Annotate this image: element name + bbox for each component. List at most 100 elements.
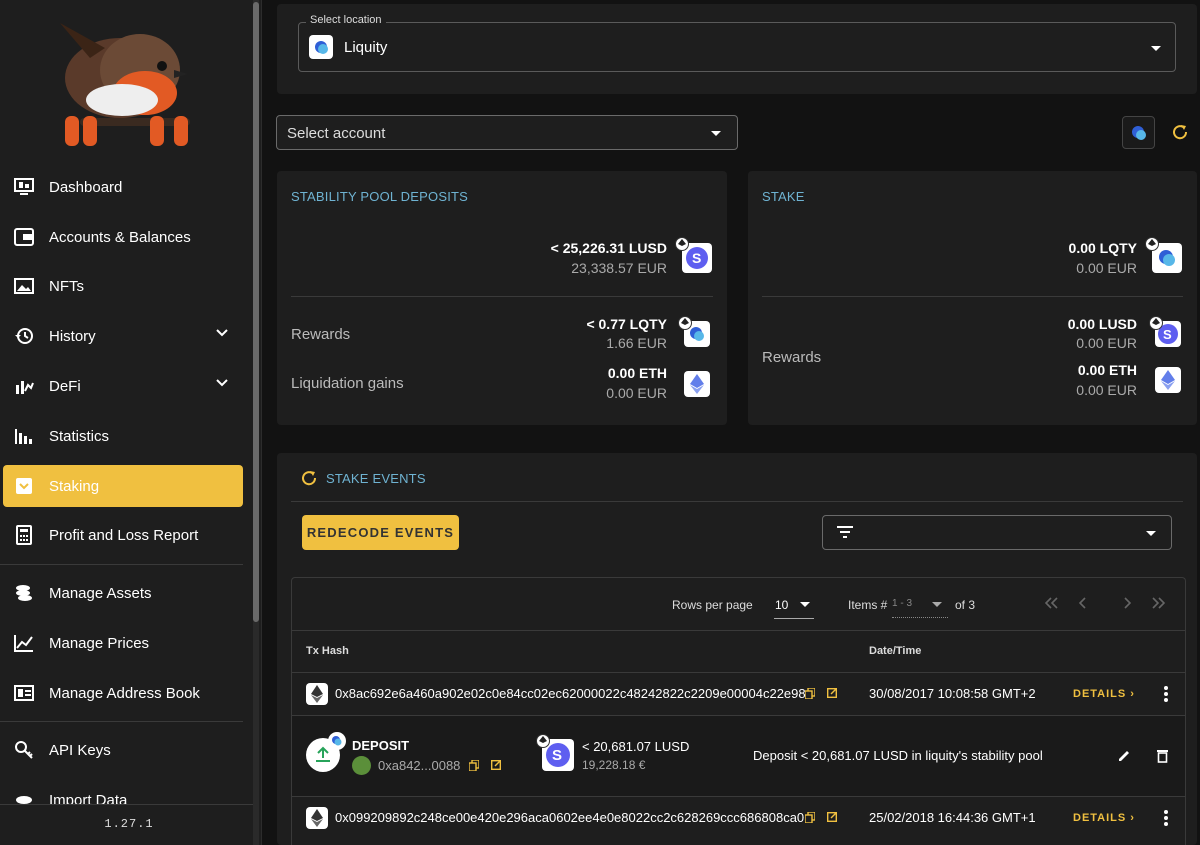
items-range-value: 1 - 3 <box>892 598 913 609</box>
reward-eth-amount: 0.00 ETH <box>1077 362 1137 378</box>
sidebar-item-staking[interactable]: Staking <box>3 465 243 507</box>
external-link-icon[interactable] <box>827 812 837 822</box>
sidebar-item-label: Manage Assets <box>49 584 152 602</box>
address-avatar <box>352 756 371 775</box>
rewards-label: Rewards <box>291 326 351 343</box>
history-icon <box>13 325 35 347</box>
redecode-events-button[interactable]: REDECODE EVENTS <box>302 515 459 550</box>
coins-icon <box>13 582 35 604</box>
ethereum-badge-icon <box>1149 316 1163 330</box>
liquity-icon <box>309 35 333 59</box>
sidebar-divider <box>0 721 243 722</box>
items-range-select[interactable]: 1 - 3 <box>892 592 948 618</box>
event-amount: < 20,681.07 LUSD <box>582 739 690 754</box>
sidebar-item-address-book[interactable]: Manage Address Book <box>3 672 243 714</box>
sidebar-item-label: DeFi <box>49 377 81 395</box>
sidebar-divider <box>0 564 243 565</box>
external-link-icon[interactable] <box>491 760 501 770</box>
sidebar-item-nfts[interactable]: NFTs <box>3 265 243 307</box>
copy-icon[interactable] <box>805 812 815 823</box>
ethereum-badge-icon <box>1145 237 1159 251</box>
deposit-amount: < 25,226.31 LUSD <box>550 240 667 256</box>
address-book-icon <box>13 682 35 704</box>
sidebar-item-pnl-report[interactable]: Profit and Loss Report <box>3 514 243 556</box>
refresh-icon[interactable] <box>1171 123 1189 141</box>
deposit-fiat: 23,338.57 EUR <box>571 260 667 276</box>
caret-down-icon <box>932 602 942 607</box>
account-select[interactable]: Select account <box>276 115 738 150</box>
sidebar-item-label: History <box>49 327 96 345</box>
event-description: Deposit < 20,681.07 LUSD in liquity's st… <box>753 748 1043 763</box>
details-button[interactable]: DETAILS › <box>1073 812 1135 824</box>
sidebar-item-label: Statistics <box>49 427 110 445</box>
rewards-label: Rewards <box>762 349 822 366</box>
delete-icon[interactable] <box>1157 749 1168 763</box>
scrollbar-thumb[interactable] <box>253 2 259 622</box>
sidebar-item-history[interactable]: History <box>3 315 243 357</box>
details-button[interactable]: DETAILS › <box>1073 688 1135 700</box>
svg-text:S: S <box>552 747 562 764</box>
liquity-location-button[interactable] <box>1122 116 1155 149</box>
edit-icon[interactable] <box>1117 749 1131 763</box>
location-legend: Select location <box>306 14 386 26</box>
more-vert-icon[interactable] <box>1164 810 1168 826</box>
sidebar-scrollbar[interactable] <box>253 0 259 845</box>
eth-icon <box>1155 367 1181 393</box>
external-link-icon[interactable] <box>827 688 837 698</box>
liquity-badge-icon <box>328 732 346 750</box>
card-title: STABILITY POOL DEPOSITS <box>291 189 469 204</box>
sidebar-item-accounts[interactable]: Accounts & Balances <box>3 216 243 258</box>
items-label: Items # <box>848 598 888 612</box>
stake-card: STAKE 0.00 LQTY 0.00 EUR Rewards 0.00 LU… <box>748 171 1197 425</box>
events-filter-select[interactable] <box>822 515 1172 550</box>
sidebar-item-label: Dashboard <box>49 178 123 196</box>
liquity-icon <box>1131 125 1146 140</box>
sidebar-item-api-keys[interactable]: API Keys <box>3 729 243 771</box>
sidebar-item-manage-assets[interactable]: Manage Assets <box>3 572 243 614</box>
sidebar-item-manage-prices[interactable]: Manage Prices <box>3 622 243 664</box>
first-page-icon[interactable] <box>1044 597 1058 609</box>
more-vert-icon[interactable] <box>1164 686 1168 702</box>
stability-pool-card: STABILITY POOL DEPOSITS < 25,226.31 LUSD… <box>277 171 727 425</box>
divider <box>762 296 1183 297</box>
rewards-amount: < 0.77 LQTY <box>586 316 667 332</box>
sidebar-item-statistics[interactable]: Statistics <box>3 415 243 457</box>
stake-fiat: 0.00 EUR <box>1076 260 1137 276</box>
sidebar-item-dashboard[interactable]: Dashboard <box>3 166 243 208</box>
divider <box>292 630 1185 631</box>
sidebar: Dashboard Accounts & Balances NFTs Histo… <box>0 0 262 845</box>
rows-per-page-select[interactable]: 10 <box>774 592 814 619</box>
reward-lusd-fiat: 0.00 EUR <box>1076 335 1137 351</box>
caret-down-icon <box>1146 531 1156 536</box>
eth-icon <box>306 807 328 829</box>
location-select[interactable]: Liquity <box>298 22 1176 72</box>
key-icon <box>13 739 35 761</box>
stake-amount: 0.00 LQTY <box>1068 240 1137 256</box>
sidebar-item-defi[interactable]: DeFi <box>3 365 243 407</box>
sidebar-item-label: NFTs <box>49 277 84 295</box>
tx-datetime: 30/08/2017 10:08:58 GMT+2 <box>869 686 1036 701</box>
column-header-datetime: Date/Time <box>869 645 922 657</box>
copy-icon[interactable] <box>469 760 479 771</box>
divider <box>291 501 1183 502</box>
events-title: STAKE EVENTS <box>326 471 426 486</box>
copy-icon[interactable] <box>805 688 815 699</box>
wallet-icon <box>13 226 35 248</box>
table-row[interactable]: 0x099209892c248ce00e420e296aca0602ee4e0e… <box>292 797 1185 839</box>
caret-down-icon <box>711 131 721 136</box>
tx-datetime: 25/02/2018 16:44:36 GMT+1 <box>869 810 1036 825</box>
chevron-down-icon <box>216 379 228 387</box>
next-page-icon[interactable] <box>1122 597 1132 609</box>
prev-page-icon[interactable] <box>1078 597 1088 609</box>
refresh-icon[interactable] <box>300 469 318 487</box>
eth-icon <box>684 371 710 397</box>
tx-hash: 0x8ac692e6a460a902e02c0e84cc02ec62000022… <box>335 686 806 701</box>
ethereum-badge-icon <box>536 734 550 748</box>
table-row[interactable]: 0x8ac692e6a460a902e02c0e84cc02ec62000022… <box>292 673 1185 715</box>
bar-chart-icon <box>13 425 35 447</box>
staking-icon <box>13 475 35 497</box>
filter-icon <box>837 526 853 538</box>
last-page-icon[interactable] <box>1152 597 1166 609</box>
liquidation-amount: 0.00 ETH <box>607 365 667 381</box>
card-title: STAKE <box>762 189 805 204</box>
